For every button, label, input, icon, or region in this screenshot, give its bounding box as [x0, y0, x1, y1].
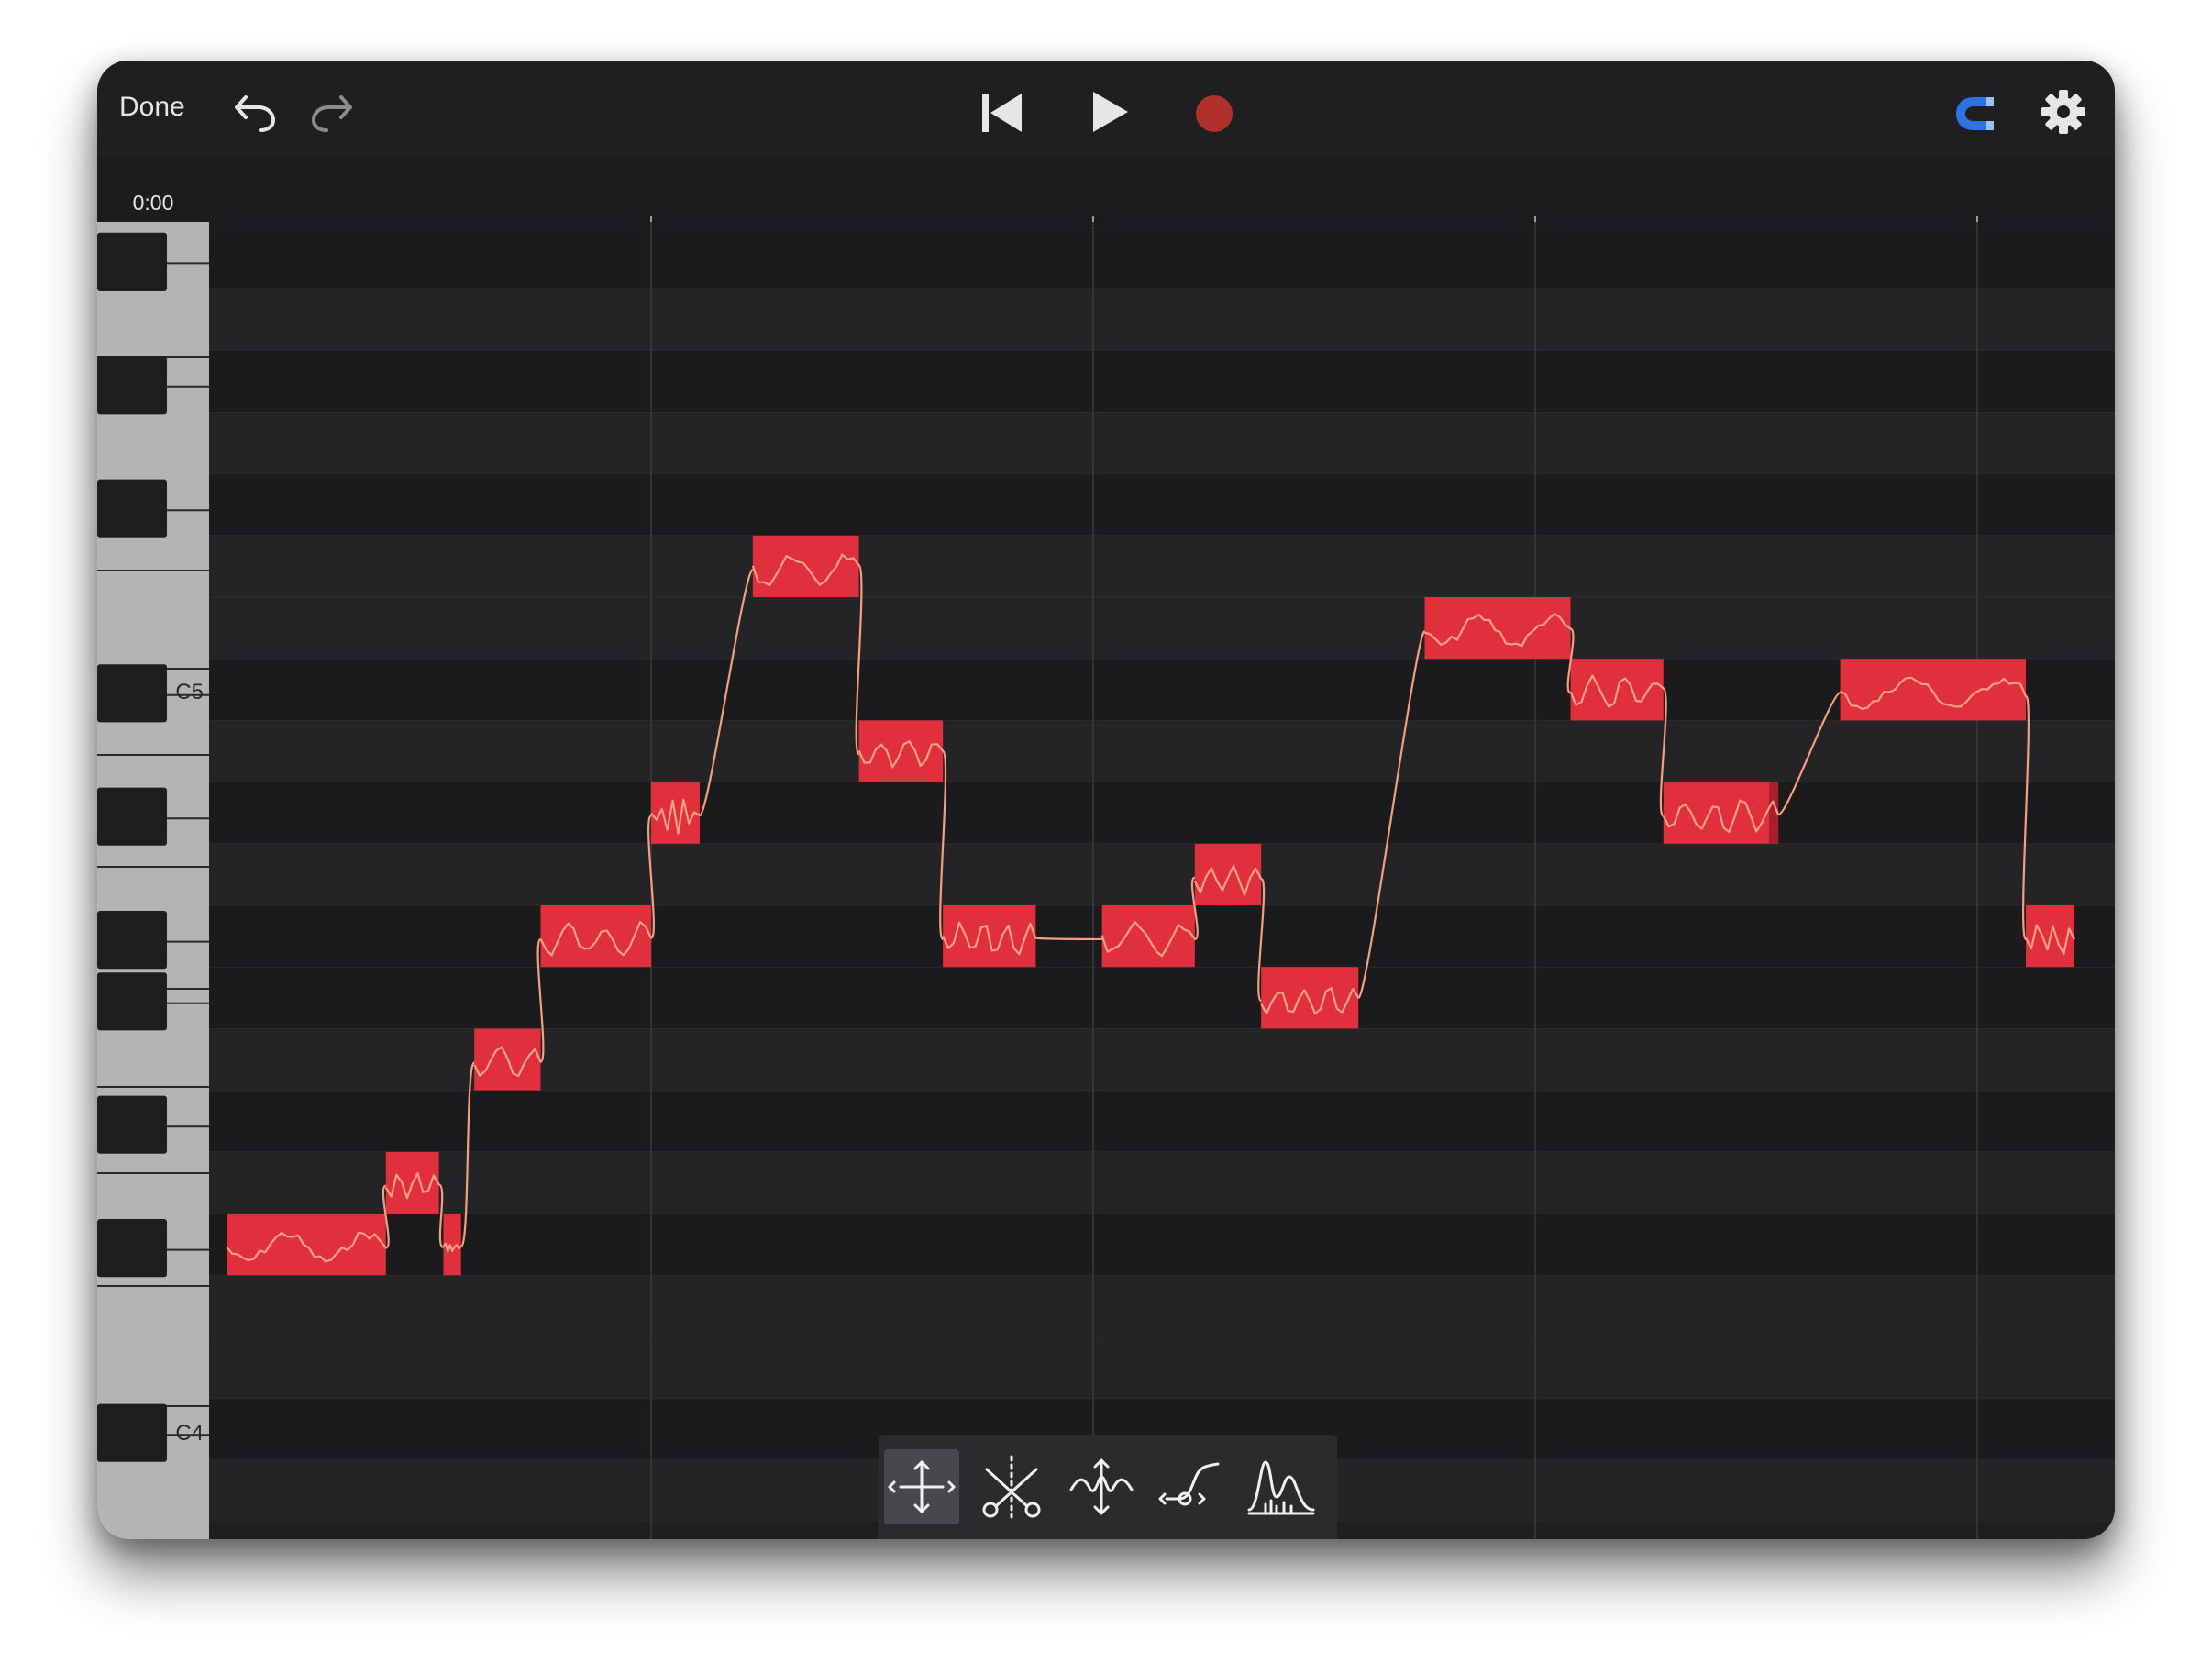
formant-tool[interactable]: [1244, 1449, 1319, 1524]
toolbar: Done: [97, 61, 2115, 156]
redo-icon[interactable]: [306, 88, 356, 134]
black-key[interactable]: [97, 232, 167, 291]
black-key[interactable]: [97, 1219, 167, 1278]
undo-icon[interactable]: [231, 88, 281, 134]
formant-icon: [1247, 1460, 1315, 1515]
move-arrows-icon: [888, 1460, 956, 1513]
scissors-icon: [982, 1455, 1041, 1519]
black-key[interactable]: [97, 787, 167, 846]
edit-tools-palette: [879, 1435, 1337, 1539]
black-key[interactable]: [97, 911, 167, 970]
split-tool[interactable]: [974, 1449, 1049, 1524]
note-block[interactable]: [1424, 597, 1571, 660]
note-block[interactable]: [1261, 967, 1359, 1029]
octave-label-c5: C5: [175, 680, 204, 704]
black-key[interactable]: [97, 1403, 167, 1462]
piano-roll[interactable]: C5 C4: [97, 222, 2115, 1539]
piano-keys[interactable]: C5 C4: [97, 222, 209, 1539]
note-block[interactable]: [1663, 782, 1779, 844]
note-block[interactable]: [1101, 905, 1195, 968]
play-icon[interactable]: [1089, 90, 1130, 134]
snap-magnet-icon[interactable]: [1952, 92, 1999, 136]
black-key[interactable]: [97, 356, 167, 415]
gear-icon[interactable]: [2040, 88, 2087, 136]
pitch-modulation-tool[interactable]: [1064, 1449, 1139, 1524]
pitch-editor-window: Done 0:00 C5 C4: [97, 61, 2115, 1539]
done-button[interactable]: Done: [119, 94, 185, 121]
black-key[interactable]: [97, 972, 167, 1031]
record-icon[interactable]: [1194, 94, 1234, 134]
skip-to-start-icon[interactable]: [979, 92, 1025, 134]
pitch-drift-icon: [1158, 1462, 1220, 1506]
time-label: 0:00: [132, 191, 174, 215]
pitch-drift-tool[interactable]: [1154, 1449, 1229, 1524]
black-key[interactable]: [97, 479, 167, 538]
pitch-modulation-icon: [1069, 1458, 1134, 1515]
piano-keyboard[interactable]: C5 C4: [97, 222, 209, 1539]
octave-label-c4: C4: [175, 1421, 204, 1446]
black-key[interactable]: [97, 664, 167, 723]
move-tool[interactable]: [884, 1449, 959, 1524]
note-grid[interactable]: [97, 222, 2115, 1539]
black-key[interactable]: [97, 1095, 167, 1154]
note-block[interactable]: [227, 1214, 386, 1276]
note-block[interactable]: [1840, 659, 2027, 721]
